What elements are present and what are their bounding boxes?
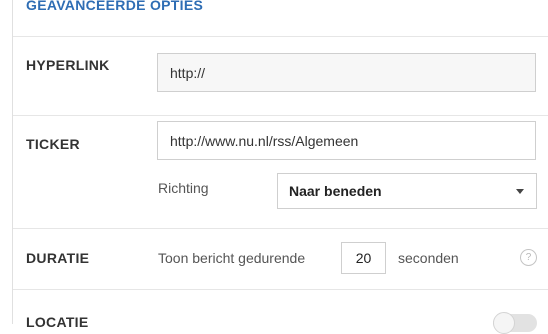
duration-label: DURATIE bbox=[26, 250, 90, 266]
section-title: GEAVANCEERDE OPTIES bbox=[26, 0, 204, 13]
direction-select-value: Naar beneden bbox=[289, 183, 382, 199]
ticker-row: TICKER Richting Naar beneden bbox=[13, 115, 548, 228]
hyperlink-row: HYPERLINK bbox=[13, 36, 548, 115]
duration-prefix: Toon bericht gedurende bbox=[158, 250, 306, 266]
advanced-options-panel: GEAVANCEERDE OPTIES HYPERLINK TICKER Ric… bbox=[12, 0, 548, 334]
direction-label: Richting bbox=[158, 180, 209, 196]
direction-select[interactable]: Naar beneden bbox=[277, 173, 537, 209]
chevron-down-icon bbox=[516, 189, 524, 194]
hyperlink-label: HYPERLINK bbox=[26, 57, 110, 73]
question-icon[interactable]: ? bbox=[520, 249, 537, 266]
ticker-label: TICKER bbox=[26, 136, 80, 152]
duration-suffix: seconden bbox=[398, 250, 459, 266]
location-label: LOCATIE bbox=[26, 314, 89, 330]
location-toggle[interactable] bbox=[493, 312, 537, 334]
hyperlink-input[interactable] bbox=[157, 53, 536, 92]
ticker-url-input[interactable] bbox=[157, 121, 536, 160]
location-row: LOCATIE bbox=[13, 289, 548, 334]
duration-row: DURATIE Toon bericht gedurende seconden … bbox=[13, 228, 548, 289]
duration-seconds-input[interactable] bbox=[341, 242, 386, 274]
toggle-knob bbox=[493, 312, 515, 334]
